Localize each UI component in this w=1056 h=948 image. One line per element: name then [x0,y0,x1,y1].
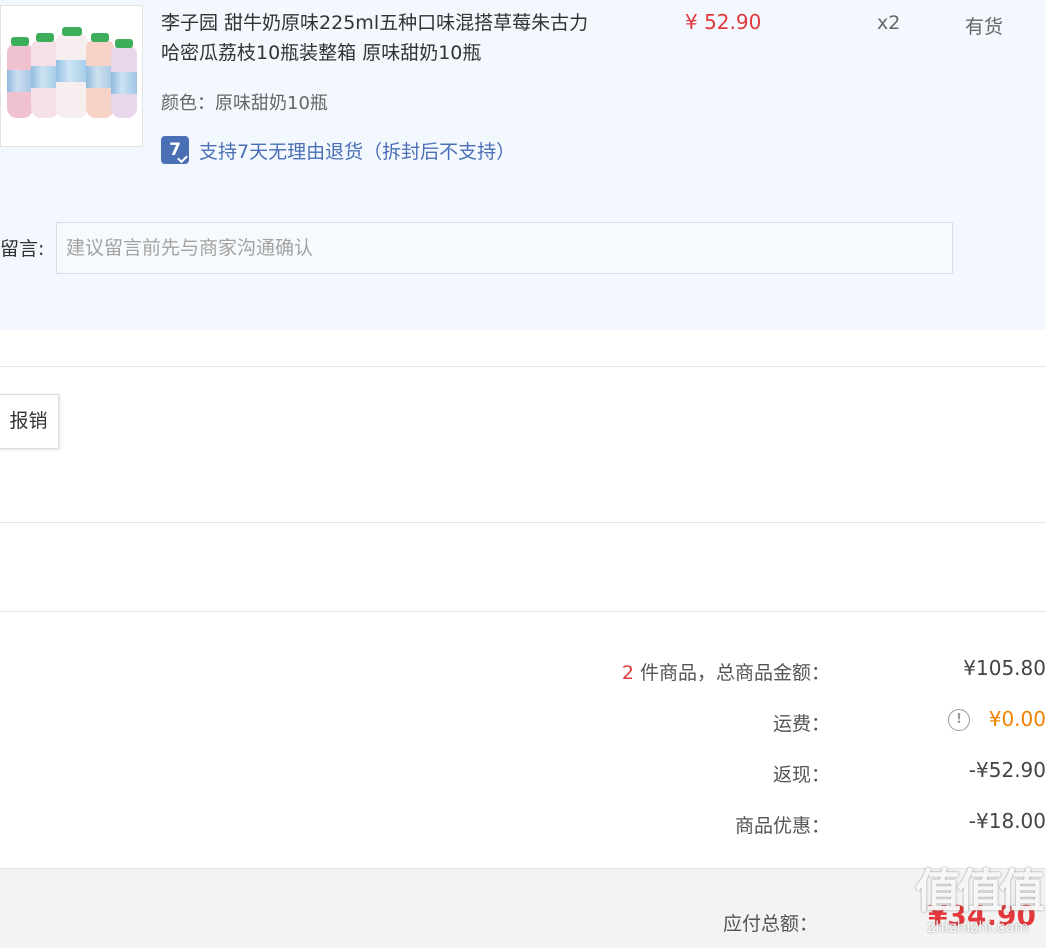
return-policy[interactable]: 7 支持7天无理由退货（拆封后不支持） [161,136,515,164]
cashback-label: 返现： [772,764,830,786]
reimburse-button[interactable]: 报销 [0,394,59,449]
divider [0,611,1046,612]
product-thumbnail[interactable] [0,5,143,147]
summary-shipping-row: 运费： ! ¥0.00 [0,706,1056,736]
discount-value: -¥18.00 [968,809,1046,833]
watermark-logo: 值值值 zhizhizhi.com [908,864,1048,936]
product-color: 颜色：原味甜奶10瓶 [161,89,328,115]
items-total-value: ¥105.80 [963,656,1046,680]
product-quantity: x2 [877,12,901,34]
summary-discount-row: 商品优惠： -¥18.00 [0,808,1056,838]
color-label: 颜色： [161,93,215,114]
return-policy-text: 支持7天无理由退货（拆封后不支持） [199,140,516,163]
shipping-label: 运费： [772,713,830,735]
items-total-label: 2 件商品，总商品金额： [622,658,830,685]
summary-cashback-row: 返现： -¥52.90 [0,757,1056,787]
stock-status: 有货 [965,16,1004,38]
color-value: 原味甜奶10瓶 [215,93,328,114]
product-title[interactable]: 李子园 甜牛奶原味225ml五种口味混搭草莓朱古力哈密瓜荔枝10瓶装整箱 原味甜… [161,8,601,68]
seven-day-return-icon: 7 [161,136,189,164]
watermark-url: zhizhizhi.com [927,918,1029,936]
cashback-value: -¥52.90 [968,758,1046,782]
remark-input[interactable] [56,222,953,274]
payable-total-bar: 应付总额： ¥34.90 [0,868,1046,948]
info-icon[interactable]: ! [948,709,970,731]
watermark-logo-text: 值值值 [915,864,1045,918]
summary-items-row: 2 件商品，总商品金额： ¥105.80 [0,655,1056,685]
divider [0,522,1046,523]
remark-label: 留言: [0,238,45,260]
divider [0,366,1046,367]
product-price: ¥ 52.90 [685,10,762,34]
item-count: 2 [621,662,634,684]
discount-label: 商品优惠： [734,815,830,837]
cart-product-panel: 李子园 甜牛奶原味225ml五种口味混搭草莓朱古力哈密瓜荔枝10瓶装整箱 原味甜… [0,0,1046,330]
payable-label: 应付总额： [722,913,818,935]
items-label-text: 件商品，总商品金额： [633,662,830,684]
shipping-value: ¥0.00 [988,707,1046,731]
